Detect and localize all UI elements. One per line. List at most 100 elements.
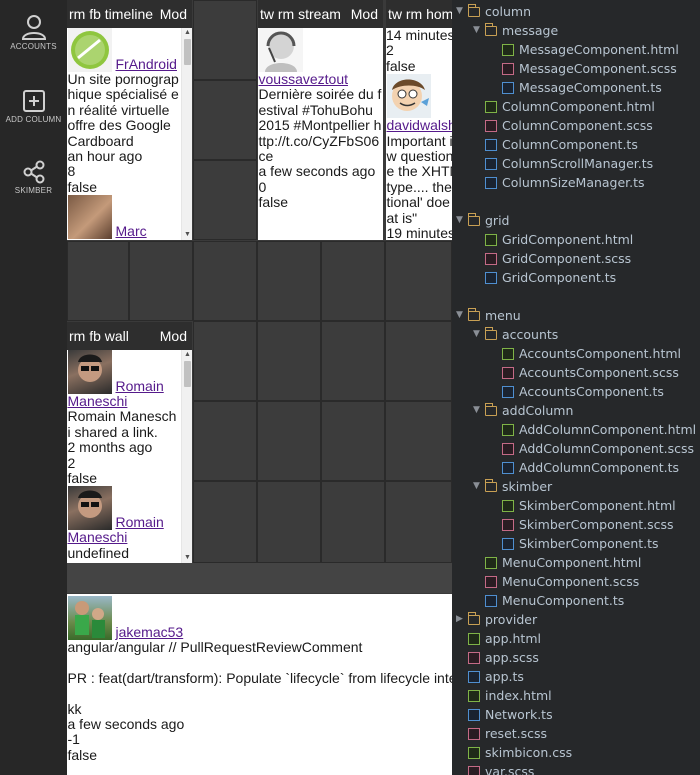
tree-file[interactable]: ColumnComponent.html xyxy=(473,97,655,116)
skimber-button[interactable]: SKIMBER xyxy=(0,160,67,195)
tree-file[interactable]: AccountsComponent.scss xyxy=(490,363,679,382)
grid-cell[interactable] xyxy=(193,160,257,240)
grid-cell[interactable] xyxy=(193,321,257,401)
tree-folder[interactable]: ▼ grid xyxy=(456,211,509,230)
grid-cell[interactable] xyxy=(67,241,129,321)
tree-file[interactable]: MenuComponent.scss xyxy=(473,572,639,591)
tree-folder[interactable]: ▼ menu xyxy=(456,306,521,325)
tree-folder[interactable]: ▼ skimber xyxy=(473,477,552,496)
grid-cell[interactable] xyxy=(193,0,257,80)
grid-cell[interactable] xyxy=(321,241,385,321)
tree-file[interactable]: var.scss xyxy=(456,762,534,775)
tree-folder[interactable]: ▶ provider xyxy=(456,610,537,629)
tree-file[interactable]: GridComponent.html xyxy=(473,230,633,249)
message-user-link[interactable]: Romain xyxy=(116,378,164,394)
mod-button[interactable]: Mod xyxy=(351,0,378,28)
tree-file[interactable]: AddColumnComponent.ts xyxy=(490,458,679,477)
tree-file[interactable]: SkimberComponent.ts xyxy=(490,534,659,553)
collapse-arrow-icon[interactable]: ▶ xyxy=(456,610,468,629)
column-header[interactable]: rm fb wall Mod xyxy=(67,322,192,350)
tree-folder[interactable]: ▼ message xyxy=(473,21,558,40)
tree-file[interactable]: AccountsComponent.ts xyxy=(490,382,664,401)
mod-button[interactable]: Mod xyxy=(160,322,187,350)
scroll-down-icon[interactable]: ▼ xyxy=(184,231,191,239)
column-body[interactable]: 14 minutes 2 false davidwalsh Important … xyxy=(386,28,452,240)
grid-cell[interactable] xyxy=(129,241,193,321)
tree-file[interactable]: MessageComponent.html xyxy=(490,40,679,59)
grid-cell[interactable] xyxy=(321,321,385,401)
grid-cell[interactable] xyxy=(193,80,257,160)
tree-file[interactable]: SkimberComponent.html xyxy=(490,496,676,515)
grid-cell[interactable] xyxy=(321,401,385,481)
grid-cell[interactable] xyxy=(385,321,452,401)
tree-file[interactable]: index.html xyxy=(456,686,552,705)
tree-file[interactable]: app.scss xyxy=(456,648,539,667)
tree-file[interactable]: MenuComponent.ts xyxy=(473,591,624,610)
expand-arrow-icon[interactable]: ▼ xyxy=(473,21,485,40)
scroll-up-icon[interactable]: ▲ xyxy=(184,29,191,37)
expand-arrow-icon[interactable]: ▼ xyxy=(456,211,468,230)
tree-file[interactable]: GridComponent.scss xyxy=(473,249,631,268)
column-body[interactable]: voussaveztout Dernière soirée du f estiv… xyxy=(258,28,383,240)
column-body[interactable]: jakemac53 angular/angular // PullRequest… xyxy=(67,596,452,775)
tree-file[interactable]: skimbicon.css xyxy=(456,743,572,762)
tree-folder[interactable]: ▼ column xyxy=(456,2,531,21)
column-header[interactable]: rm fb timeline Mod xyxy=(67,0,192,28)
scrollbar[interactable]: ▲ ▼ xyxy=(181,350,192,563)
message-user-link[interactable]: voussaveztout xyxy=(259,71,384,87)
tree-file[interactable]: ColumnScrollManager.ts xyxy=(473,154,653,173)
column-body[interactable]: FrAndroid Un site pornograp hique spécia… xyxy=(67,28,192,240)
column-header[interactable]: tw rm stream Mod xyxy=(258,0,383,28)
expand-arrow-icon[interactable]: ▼ xyxy=(473,401,485,420)
mod-button[interactable]: Mod xyxy=(160,0,187,28)
expand-arrow-icon[interactable]: ▼ xyxy=(473,325,485,344)
scroll-thumb[interactable] xyxy=(184,361,191,387)
grid-cell[interactable] xyxy=(321,481,385,563)
scroll-up-icon[interactable]: ▲ xyxy=(184,351,191,359)
message-user-link[interactable]: jakemac53 xyxy=(116,624,184,640)
tree-folder[interactable]: ▼ accounts xyxy=(473,325,558,344)
scroll-down-icon[interactable]: ▼ xyxy=(184,554,191,562)
add-column-button[interactable]: ADD COLUMN xyxy=(0,89,67,124)
tree-file[interactable]: ColumnSizeManager.ts xyxy=(473,173,645,192)
tree-file[interactable]: AddColumnComponent.html xyxy=(490,420,696,439)
expand-arrow-icon[interactable]: ▼ xyxy=(456,306,468,325)
message-user-link[interactable]: davidwalsh xyxy=(387,117,453,133)
tree-file[interactable]: ColumnComponent.ts xyxy=(473,135,638,154)
expand-arrow-icon[interactable]: ▼ xyxy=(473,477,485,496)
scrollbar[interactable]: ▲ ▼ xyxy=(181,28,192,240)
message-user-link-2[interactable]: Maneschi xyxy=(68,530,193,546)
tree-file[interactable]: reset.scss xyxy=(456,724,547,743)
message-user-link-2[interactable]: Maneschi xyxy=(68,393,193,409)
tree-file[interactable]: Network.ts xyxy=(456,705,553,724)
tree-file[interactable]: SkimberComponent.scss xyxy=(490,515,674,534)
tree-file[interactable]: MenuComponent.html xyxy=(473,553,641,572)
tree-file[interactable]: MessageComponent.scss xyxy=(490,59,677,78)
grid-cell[interactable] xyxy=(257,401,321,481)
grid-cell[interactable] xyxy=(385,481,452,563)
grid-cell[interactable] xyxy=(257,481,321,563)
accounts-button[interactable]: ACCOUNTS xyxy=(0,14,67,51)
tree-file[interactable]: app.ts xyxy=(456,667,524,686)
column-header[interactable]: tw rm hom xyxy=(386,0,452,28)
message-user-link[interactable]: Marc xyxy=(116,223,147,239)
tree-file[interactable]: MessageComponent.ts xyxy=(490,78,662,97)
grid-cell[interactable] xyxy=(385,401,452,481)
tree-file[interactable]: AccountsComponent.html xyxy=(490,344,681,363)
grid-cell[interactable] xyxy=(193,241,257,321)
grid-cell[interactable] xyxy=(385,241,452,321)
grid-cell[interactable] xyxy=(257,321,321,401)
grid-cell[interactable] xyxy=(193,401,257,481)
tree-file[interactable]: ColumnComponent.scss xyxy=(473,116,653,135)
grid-cell[interactable] xyxy=(257,241,321,321)
tree-file[interactable]: AddColumnComponent.scss xyxy=(490,439,694,458)
tree-folder[interactable]: ▼ addColumn xyxy=(473,401,573,420)
expand-arrow-icon[interactable]: ▼ xyxy=(456,2,468,21)
grid-cell[interactable] xyxy=(193,481,257,563)
tree-file[interactable]: GridComponent.ts xyxy=(473,268,616,287)
scroll-thumb[interactable] xyxy=(184,39,191,65)
column-body[interactable]: Romain Maneschi Romain Manesch i shared … xyxy=(67,350,192,563)
message-user-link[interactable]: Romain xyxy=(116,514,164,530)
message-user-link[interactable]: FrAndroid xyxy=(116,56,177,72)
tree-file[interactable]: app.html xyxy=(456,629,541,648)
